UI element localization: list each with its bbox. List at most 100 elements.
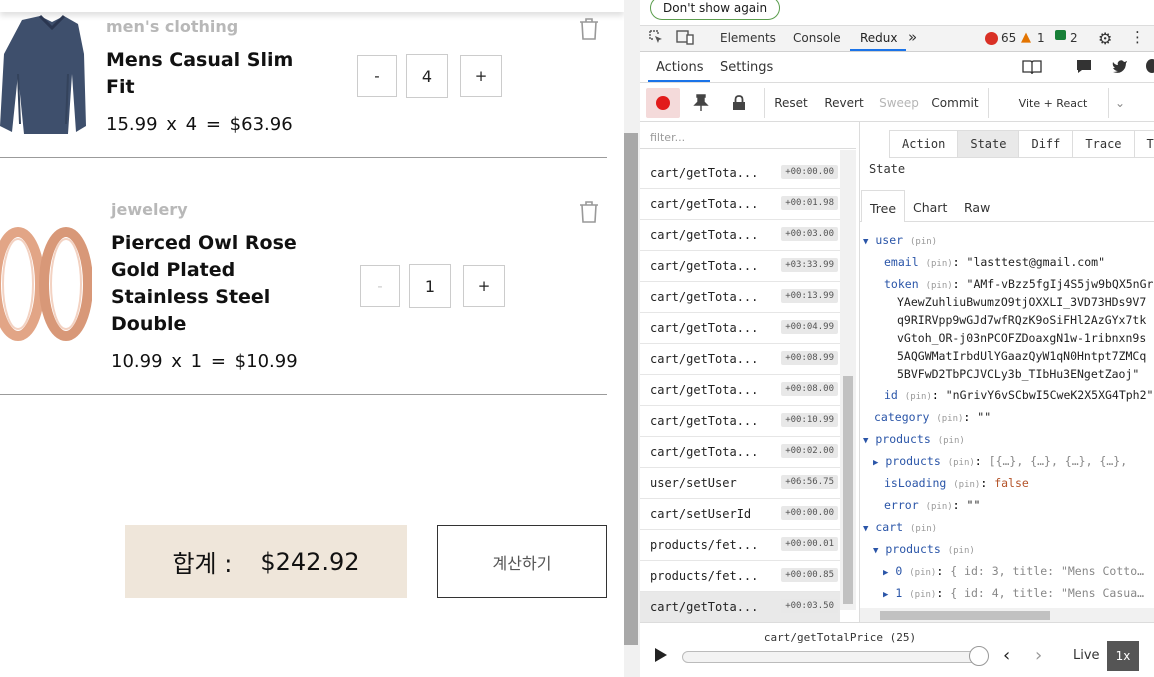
reset-button[interactable]: Reset — [770, 88, 812, 118]
category-label: jewelery — [111, 200, 188, 219]
record-button[interactable] — [646, 88, 680, 118]
action-row[interactable]: cart/getTota... +00:03.50 — [640, 592, 840, 623]
trash-icon[interactable] — [579, 201, 599, 223]
filter-input[interactable]: filter... — [640, 125, 856, 149]
action-list-scrollbar[interactable] — [840, 150, 856, 610]
action-row[interactable]: products/fet... +00:00.01 — [640, 530, 840, 561]
action-row[interactable]: cart/getTota... +00:01.98 — [640, 189, 840, 220]
tab-console[interactable]: Console — [793, 31, 841, 45]
play-icon[interactable] — [654, 647, 668, 667]
slider-knob[interactable] — [968, 646, 989, 666]
step-forward-icon[interactable]: › — [1035, 645, 1042, 666]
tab-raw[interactable]: Raw — [964, 200, 990, 215]
tab-chart[interactable]: Chart — [913, 200, 947, 215]
error-count[interactable]: 65 — [1001, 31, 1016, 45]
dont-show-again-button[interactable]: Don't show again — [650, 0, 781, 20]
action-time: +00:10.99 — [781, 413, 838, 427]
action-row[interactable]: cart/getTota... +00:08.00 — [640, 375, 840, 406]
action-row[interactable]: cart/getTota... +03:33.99 — [640, 251, 840, 282]
sweep-button[interactable]: Sweep — [876, 88, 922, 118]
qty-text: 4 — [185, 114, 198, 135]
message-count[interactable]: 2 — [1070, 31, 1078, 45]
github-icon[interactable] — [1146, 59, 1154, 73]
more-tabs-icon[interactable]: » — [908, 28, 917, 46]
action-row[interactable]: cart/getTota... +00:08.99 — [640, 344, 840, 375]
step-back-icon[interactable]: ‹ — [1003, 645, 1010, 666]
action-name: cart/getTota... — [650, 600, 759, 614]
action-time: +00:00.00 — [781, 165, 838, 179]
action-time: +00:13.99 — [781, 289, 838, 303]
action-row[interactable]: user/setUser +06:56.75 — [640, 468, 840, 499]
tab-trace[interactable]: Trace — [1072, 130, 1135, 158]
speed-button[interactable]: 1x — [1107, 641, 1139, 671]
tree-node-cart-products[interactable]: ▼ products (pin) — [873, 542, 975, 556]
tab-tree[interactable]: Tree — [861, 190, 906, 222]
twitter-icon[interactable] — [1112, 59, 1128, 77]
action-time: +00:08.99 — [781, 351, 838, 365]
action-row[interactable]: cart/getTota... +00:04.99 — [640, 313, 840, 344]
lock-icon[interactable] — [722, 88, 756, 118]
message-icon — [1055, 30, 1066, 40]
page-scrollbar[interactable] — [624, 0, 640, 677]
commit-button[interactable]: Commit — [930, 88, 980, 118]
title-line: Pierced Owl Rose — [111, 232, 297, 254]
action-time: +00:03.50 — [781, 599, 838, 613]
tab-settings[interactable]: Settings — [720, 60, 773, 75]
title-line: Fit — [106, 76, 135, 98]
devtools-tabs: Elements Console Redux » 65 ▲ 1 2 ⚙ ⋮ — [640, 26, 1154, 52]
increase-qty-button[interactable]: + — [460, 55, 502, 97]
decrease-qty-button[interactable]: - — [360, 265, 400, 307]
increase-qty-button[interactable]: + — [463, 265, 505, 307]
chat-icon[interactable] — [1076, 59, 1092, 78]
action-row[interactable]: cart/getTota... +00:02.00 — [640, 437, 840, 468]
kebab-menu-icon[interactable]: ⋮ — [1130, 28, 1145, 46]
tab-actions[interactable]: Actions — [656, 60, 704, 75]
instance-select[interactable]: Vite + React — [998, 88, 1108, 118]
action-row[interactable]: cart/getTota... +00:10.99 — [640, 406, 840, 437]
inspect-icon[interactable] — [648, 29, 664, 48]
tree-node-products-list[interactable]: ▶ products (pin): [{…}, {…}, {…}, {…}, — [873, 454, 1127, 468]
action-name: cart/getTota... — [650, 290, 759, 304]
action-row[interactable]: cart/getTota... +00:00.00 — [640, 158, 840, 189]
tab-diff[interactable]: Diff — [1018, 130, 1074, 158]
warning-count[interactable]: 1 — [1037, 31, 1045, 45]
chevron-down-icon[interactable]: ⌄ — [1110, 88, 1130, 118]
decrease-qty-button[interactable]: - — [357, 55, 397, 97]
live-button[interactable]: Live — [1073, 648, 1100, 663]
tree-node-token: token (pin): "AMf-vBzz5fgIj4S5jw9bQX5nGr — [884, 277, 1154, 291]
tree-node-item-1[interactable]: ▶ 1 (pin): { id: 4, title: "Mens Casua… — [883, 586, 1144, 600]
view-tabs: Tree Chart Raw — [860, 190, 1154, 222]
qty-text: 1 — [190, 351, 203, 372]
action-row[interactable]: cart/getTota... +00:13.99 — [640, 282, 840, 313]
revert-button[interactable]: Revert — [820, 88, 868, 118]
redux-header: Actions Settings — [640, 53, 1154, 83]
cart-item: men's clothing Mens Casual Slim Fit 15.9… — [0, 0, 607, 158]
checkout-button[interactable]: 계산하기 — [437, 525, 607, 598]
scrollbar-thumb[interactable] — [880, 611, 1050, 620]
horizontal-scrollbar[interactable] — [860, 608, 1154, 622]
action-name: user/setUser — [650, 476, 737, 490]
trash-icon[interactable] — [579, 18, 599, 40]
action-list: filter... cart/getTota... +00:00.00 cart/g… — [640, 122, 860, 623]
device-toolbar-icon[interactable] — [676, 29, 694, 48]
scrollbar-thumb[interactable] — [624, 133, 638, 645]
times-sign: x — [166, 114, 177, 135]
tab-state[interactable]: State — [957, 130, 1020, 158]
tab-action[interactable]: Action — [889, 130, 959, 158]
action-row[interactable]: products/fet... +00:00.85 — [640, 561, 840, 592]
tree-node-cart[interactable]: ▼ cart (pin) — [863, 520, 937, 534]
price-line: 10.99 x 1 = $10.99 — [111, 351, 298, 372]
tab-redux[interactable]: Redux — [860, 31, 898, 45]
action-row[interactable]: cart/getTota... +00:03.00 — [640, 220, 840, 251]
scrollbar-thumb[interactable] — [843, 376, 853, 604]
action-row[interactable]: cart/setUserId +00:00.00 — [640, 499, 840, 530]
book-icon[interactable] — [1022, 59, 1042, 79]
tab-elements[interactable]: Elements — [720, 31, 776, 45]
tree-node-item-0[interactable]: ▶ 0 (pin): { id: 3, title: "Mens Cotto… — [883, 564, 1144, 578]
slider-track[interactable] — [682, 651, 980, 663]
tree-node-user[interactable]: ▼ user (pin) — [863, 233, 937, 247]
pin-icon[interactable] — [684, 88, 718, 118]
gear-icon[interactable]: ⚙ — [1098, 29, 1112, 48]
tree-node-products[interactable]: ▼ products (pin) — [863, 432, 965, 446]
tab-test[interactable]: Test — [1133, 130, 1154, 158]
